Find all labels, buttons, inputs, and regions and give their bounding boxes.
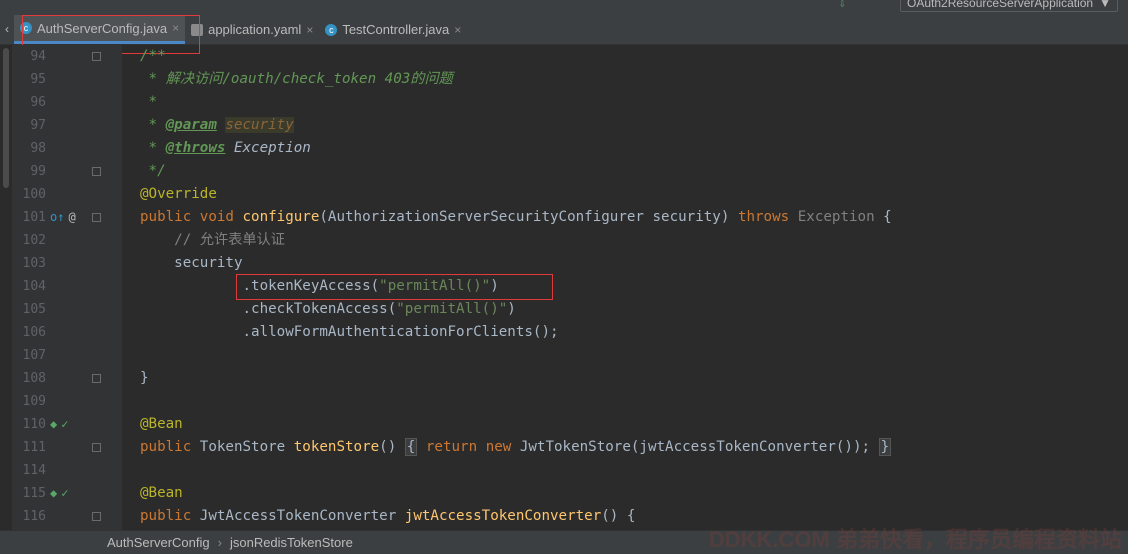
code-line: 101 o↑ @ public void configure(Authorizat… bbox=[0, 206, 1128, 229]
code-line: 95 * 解决访问/oauth/check_token 403的问题 bbox=[0, 68, 1128, 91]
breadcrumb-item-class[interactable]: AuthServerConfig bbox=[0, 535, 210, 550]
spring-bean-icon[interactable]: ✓ bbox=[61, 413, 68, 436]
java-class-icon: c bbox=[325, 23, 338, 36]
run-config-selector[interactable]: OAuth2ResourceServerApplication ▼ bbox=[900, 0, 1118, 12]
gutter-markers: o↑ @ bbox=[50, 206, 76, 229]
code-line: 94 /** bbox=[0, 45, 1128, 68]
line-number: 95 bbox=[30, 72, 46, 87]
fold-icon[interactable] bbox=[92, 374, 101, 383]
code-line: 103 security bbox=[0, 252, 1128, 275]
line-number: 104 bbox=[22, 279, 46, 294]
code-text: } bbox=[140, 370, 149, 386]
top-toolbar: ⇩ OAuth2ResourceServerApplication ▼ bbox=[0, 0, 1128, 14]
spring-bean-icon[interactable]: ◆ bbox=[50, 482, 57, 505]
code-text: * @throws Exception bbox=[140, 140, 311, 156]
fold-icon[interactable] bbox=[92, 512, 101, 521]
code-line: 104 .tokenKeyAccess("permitAll()") bbox=[0, 275, 1128, 298]
fold-icon[interactable] bbox=[92, 167, 101, 176]
close-icon[interactable]: × bbox=[454, 23, 461, 37]
code-line: 107 bbox=[0, 344, 1128, 367]
line-number: 99 bbox=[30, 164, 46, 179]
line-number: 109 bbox=[22, 394, 46, 409]
gutter-markers: ◆ ✓ bbox=[50, 482, 68, 505]
breadcrumb-separator-icon: › bbox=[217, 535, 222, 550]
run-config-label: OAuth2ResourceServerApplication bbox=[907, 0, 1094, 10]
code-text: @Bean bbox=[140, 416, 183, 432]
fold-icon[interactable] bbox=[92, 213, 101, 222]
code-line: 106 .allowFormAuthenticationForClients()… bbox=[0, 321, 1128, 344]
breadcrumb-item-method[interactable]: jsonRedisTokenStore bbox=[230, 535, 353, 550]
line-number: 102 bbox=[22, 233, 46, 248]
code-text: /** bbox=[140, 48, 166, 64]
code-line: 114 bbox=[0, 459, 1128, 482]
code-text: public void configure(AuthorizationServe… bbox=[140, 209, 892, 225]
breadcrumb: AuthServerConfig › jsonRedisTokenStore D… bbox=[0, 527, 1128, 554]
line-number: 96 bbox=[30, 95, 46, 110]
annotation-marker-icon[interactable]: @ bbox=[68, 206, 75, 229]
code-text: public JwtAccessTokenConverter jwtAccess… bbox=[140, 508, 636, 524]
line-number: 110 bbox=[22, 417, 46, 432]
line-number: 101 bbox=[22, 210, 46, 225]
code-text: // 允许表单认证 bbox=[140, 232, 285, 248]
code-text: .checkTokenAccess("permitAll()") bbox=[140, 301, 516, 317]
tab-label: TestController.java bbox=[342, 22, 450, 37]
line-number: 116 bbox=[22, 509, 46, 524]
line-number: 98 bbox=[30, 141, 46, 156]
code-text: .allowFormAuthenticationForClients(); bbox=[140, 324, 559, 340]
code-line: 100 @Override bbox=[0, 183, 1128, 206]
code-text: * bbox=[140, 94, 158, 110]
watermark: DDKK.COM 弟弟快看，程序员编程资料站 bbox=[708, 527, 1122, 552]
line-number: 106 bbox=[22, 325, 46, 340]
code-line: 97 * @param security bbox=[0, 114, 1128, 137]
code-line: 115 ◆ ✓ @Bean bbox=[0, 482, 1128, 505]
line-number: 114 bbox=[22, 463, 46, 478]
code-line: 98 * @throws Exception bbox=[0, 137, 1128, 160]
gutter-markers: ◆ ✓ bbox=[50, 413, 68, 436]
line-number: 97 bbox=[30, 118, 46, 133]
tab-testcontroller[interactable]: c TestController.java × bbox=[319, 15, 467, 44]
code-text: * 解决访问/oauth/check_token 403的问题 bbox=[140, 71, 453, 87]
code-line: 102 // 允许表单认证 bbox=[0, 229, 1128, 252]
line-number: 103 bbox=[22, 256, 46, 271]
tab-application-yaml[interactable]: application.yaml × bbox=[185, 15, 319, 44]
fold-icon[interactable] bbox=[92, 443, 101, 452]
code-line: 99 */ bbox=[0, 160, 1128, 183]
chevron-down-icon: ▼ bbox=[1099, 0, 1111, 10]
line-number: 107 bbox=[22, 348, 46, 363]
fold-icon[interactable] bbox=[92, 52, 101, 61]
code-highlight-box bbox=[236, 274, 553, 300]
code-text: * @param security bbox=[140, 117, 294, 133]
code-text: @Override bbox=[140, 186, 217, 202]
code-line: 96 * bbox=[0, 91, 1128, 114]
spring-bean-icon[interactable]: ◆ bbox=[50, 413, 57, 436]
code-text: public TokenStore tokenStore() { return … bbox=[140, 438, 892, 456]
code-editor[interactable]: 94 /** 95 * 解决访问/oauth/check_token 403的问题… bbox=[0, 45, 1128, 530]
close-icon[interactable]: × bbox=[306, 23, 313, 37]
line-number: 111 bbox=[22, 440, 46, 455]
spring-bean-icon[interactable]: ✓ bbox=[61, 482, 68, 505]
overrides-method-icon[interactable]: o↑ bbox=[50, 206, 64, 229]
code-line: 111 public TokenStore tokenStore() { retu… bbox=[0, 436, 1128, 459]
tabs-scroll-left-icon[interactable]: ‹ bbox=[0, 22, 14, 36]
line-number: 100 bbox=[22, 187, 46, 202]
code-line: 109 bbox=[0, 390, 1128, 413]
code-text: */ bbox=[140, 163, 166, 179]
code-text: @Bean bbox=[140, 485, 183, 501]
code-text: security bbox=[140, 255, 243, 271]
line-number: 94 bbox=[30, 49, 46, 64]
code-line: 105 .checkTokenAccess("permitAll()") bbox=[0, 298, 1128, 321]
code-line: 110 ◆ ✓ @Bean bbox=[0, 413, 1128, 436]
tab-label: application.yaml bbox=[208, 22, 302, 37]
line-number: 115 bbox=[22, 486, 46, 501]
line-number: 108 bbox=[22, 371, 46, 386]
run-icon[interactable]: ⇩ bbox=[839, 0, 846, 10]
line-number: 105 bbox=[22, 302, 46, 317]
code-line: 108} bbox=[0, 367, 1128, 390]
